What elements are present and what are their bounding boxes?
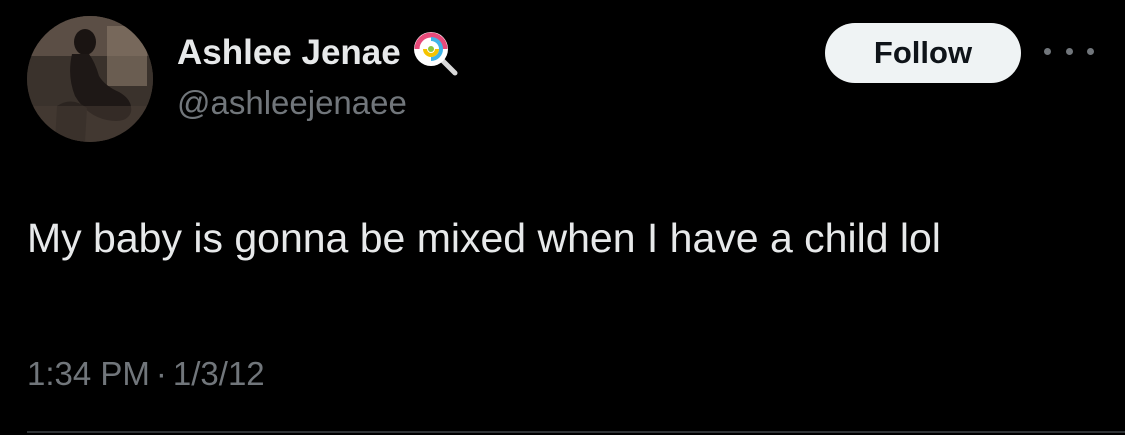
dot (1087, 47, 1094, 55)
divider (27, 431, 1125, 433)
display-name[interactable]: Ashlee Jenae (177, 33, 401, 73)
user-handle[interactable]: @ashleejenaee (177, 84, 407, 122)
dot (1044, 47, 1051, 55)
avatar[interactable] (27, 16, 153, 142)
tweet-card: Ashlee Jenae @ashleejenaee Follow My bab… (0, 0, 1125, 435)
tweet-text: My baby is gonna be mixed when I have a … (27, 215, 941, 261)
dot (1065, 47, 1073, 55)
follow-button[interactable]: Follow (825, 23, 1021, 83)
lollipop-icon (411, 29, 463, 77)
tweet-date[interactable]: 1/3/12 (173, 355, 265, 392)
tweet-time[interactable]: 1:34 PM (27, 355, 150, 392)
meta-separator: · (155, 355, 167, 392)
tweet-meta: 1:34 PM · 1/3/12 (27, 355, 265, 393)
avatar-photo (27, 16, 153, 142)
name-row: Ashlee Jenae (177, 30, 463, 76)
more-dots-icon[interactable] (1044, 40, 1094, 62)
